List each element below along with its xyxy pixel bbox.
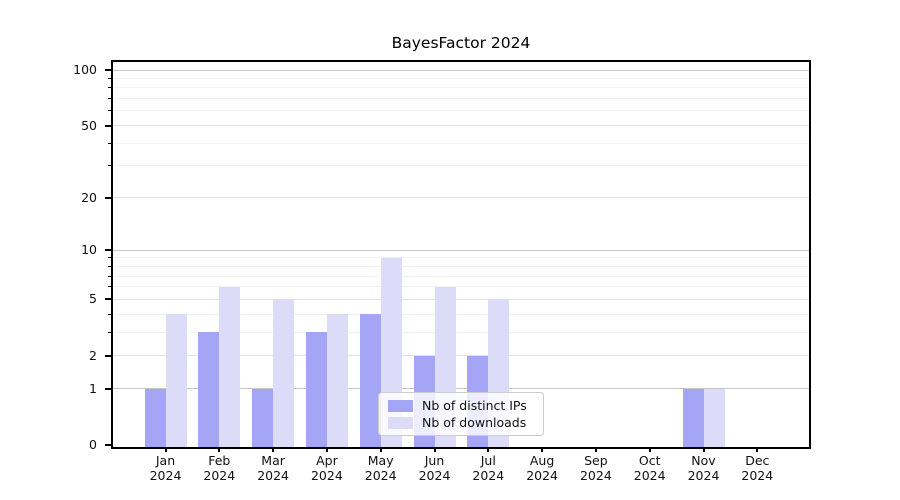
- y-minor-tick-mark: [108, 87, 111, 88]
- bar-downloads: [219, 287, 240, 447]
- y-tick-label: 50: [53, 118, 97, 134]
- y-minor-gridline: [113, 286, 809, 287]
- x-tick-mark: [380, 447, 382, 452]
- x-tick-mark: [218, 447, 220, 452]
- x-tick-mark: [703, 447, 705, 452]
- y-major-gridline: [113, 197, 809, 198]
- x-tick-mark: [541, 447, 543, 452]
- y-minor-gridline: [113, 257, 809, 258]
- bar-downloads: [327, 314, 348, 447]
- y-tick-label: 0: [53, 437, 97, 453]
- x-tick-mark: [649, 447, 651, 452]
- bar-downloads: [704, 389, 725, 447]
- legend-item-downloads: Nb of downloads: [388, 415, 535, 431]
- x-tick-mark: [756, 447, 758, 452]
- y-minor-gridline: [113, 276, 809, 277]
- y-tick-mark: [105, 197, 111, 199]
- y-tick-label: 100: [53, 62, 97, 78]
- bar-distinct-ips: [252, 389, 273, 447]
- y-tick-label: 20: [53, 190, 97, 206]
- bar-distinct-ips: [683, 389, 704, 447]
- bar-distinct-ips: [306, 332, 327, 447]
- x-tick-mark: [434, 447, 436, 452]
- y-tick-label: 1: [53, 381, 97, 397]
- bar-distinct-ips: [145, 389, 166, 447]
- y-decade-gridline: [113, 250, 809, 251]
- y-minor-gridline: [113, 143, 809, 144]
- y-minor-gridline: [113, 110, 809, 111]
- legend-item-distinct-ips: Nb of distinct IPs: [388, 398, 535, 414]
- x-tick-mark: [326, 447, 328, 452]
- y-minor-tick-mark: [108, 286, 111, 287]
- x-tick-label: Dec 2024: [725, 453, 789, 483]
- y-tick-mark: [105, 249, 111, 251]
- x-tick-mark: [487, 447, 489, 452]
- y-major-gridline: [113, 125, 809, 126]
- legend: Nb of distinct IPs Nb of downloads: [378, 392, 544, 436]
- y-tick-mark: [105, 355, 111, 357]
- y-minor-gridline: [113, 87, 809, 88]
- y-minor-tick-mark: [108, 314, 111, 315]
- y-tick-mark: [105, 388, 111, 390]
- y-minor-tick-mark: [108, 276, 111, 277]
- x-tick-mark: [165, 447, 167, 452]
- bar-downloads: [273, 299, 294, 447]
- y-major-gridline: [113, 299, 809, 300]
- y-minor-gridline: [113, 314, 809, 315]
- bar-distinct-ips: [198, 332, 219, 447]
- y-decade-gridline: [113, 70, 809, 71]
- y-minor-tick-mark: [108, 143, 111, 144]
- y-tick-mark: [105, 298, 111, 300]
- legend-swatch-downloads-icon: [388, 417, 413, 429]
- y-minor-tick-mark: [108, 165, 111, 166]
- legend-label-distinct-ips: Nb of distinct IPs: [422, 398, 527, 414]
- x-tick-mark: [272, 447, 274, 452]
- bar-downloads: [166, 314, 187, 447]
- y-minor-tick-mark: [108, 78, 111, 79]
- y-minor-gridline: [113, 165, 809, 166]
- y-tick-label: 10: [53, 242, 97, 258]
- y-tick-mark: [105, 444, 111, 446]
- y-minor-gridline: [113, 98, 809, 99]
- y-tick-label: 2: [53, 348, 97, 364]
- figure: BayesFactor 2024 0125102050100Jan 2024Fe…: [0, 0, 900, 500]
- y-minor-gridline: [113, 78, 809, 79]
- y-minor-tick-mark: [108, 98, 111, 99]
- y-minor-tick-mark: [108, 110, 111, 111]
- y-tick-mark: [105, 125, 111, 127]
- y-minor-tick-mark: [108, 332, 111, 333]
- legend-swatch-distinct-ips-icon: [388, 400, 413, 412]
- y-minor-gridline: [113, 266, 809, 267]
- y-minor-tick-mark: [108, 266, 111, 267]
- y-minor-tick-mark: [108, 257, 111, 258]
- legend-label-downloads: Nb of downloads: [422, 415, 526, 431]
- y-tick-mark: [105, 69, 111, 71]
- x-tick-mark: [595, 447, 597, 452]
- y-tick-label: 5: [53, 291, 97, 307]
